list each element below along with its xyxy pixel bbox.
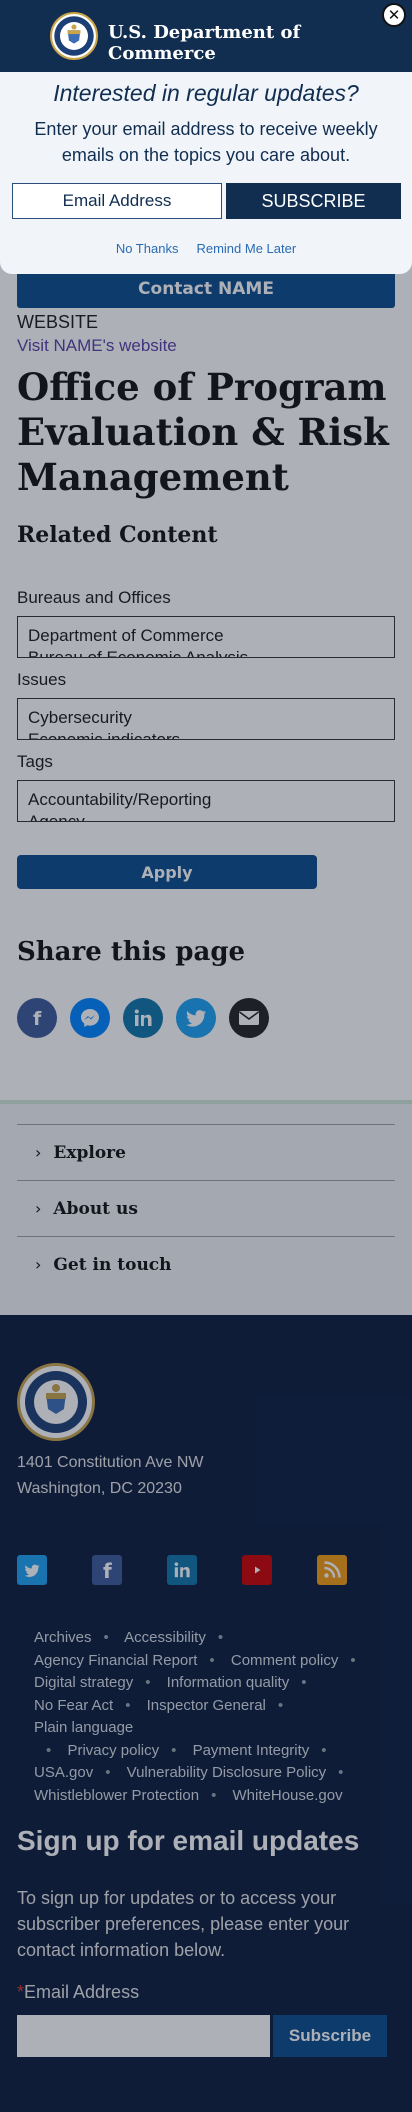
commerce-seal-logo [50,12,98,60]
modal-email-input[interactable]: Email Address [12,183,222,219]
modal-header: U.S. Department of Commerce [0,0,412,72]
modal-description: Enter your email address to receive week… [34,119,378,165]
modal-subscribe-button[interactable]: SUBSCRIBE [226,183,401,219]
no-thanks-link[interactable]: No Thanks [116,241,179,256]
modal-backdrop[interactable] [0,0,412,2112]
remind-later-link[interactable]: Remind Me Later [196,241,296,256]
modal-heading: Interested in regular updates? [53,80,359,106]
header-title: U.S. Department of Commerce [108,22,301,64]
subscribe-modal: Interested in regular updates? Enter you… [0,72,412,274]
close-icon[interactable]: ✕ [382,3,406,27]
modal-dismiss-links: No Thanks Remind Me Later [0,241,412,256]
